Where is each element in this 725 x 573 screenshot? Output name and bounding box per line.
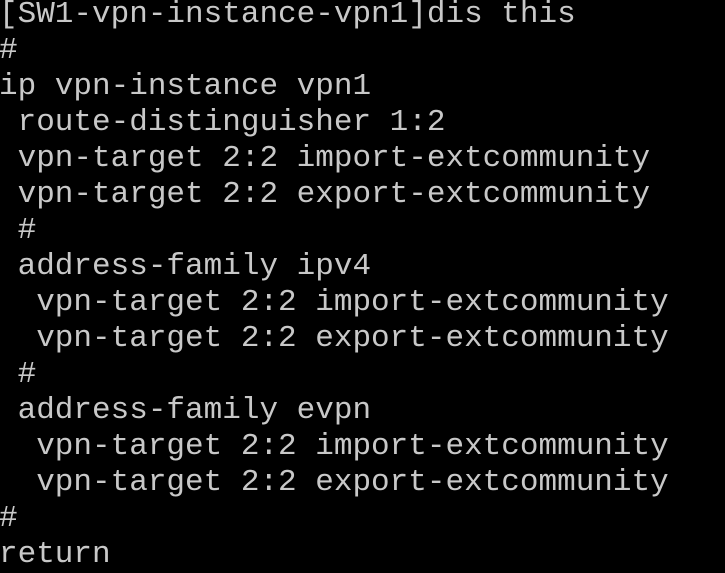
output-line: address-family evpn <box>0 393 372 428</box>
output-line: # <box>0 501 18 536</box>
output-line: vpn-target 2:2 import-extcommunity <box>0 429 669 464</box>
terminal-window[interactable]: [SW1-vpn-instance-vpn1]dis this # ip vpn… <box>0 0 725 573</box>
output-line: route-distinguisher 1:2 <box>0 105 446 140</box>
output-line: # <box>0 213 37 248</box>
output-line: address-family ipv4 <box>0 249 372 284</box>
output-line: vpn-target 2:2 import-extcommunity <box>0 285 669 320</box>
prompt-line: [SW1-vpn-instance-vpn1]dis this <box>0 0 576 32</box>
output-line: vpn-target 2:2 export-extcommunity <box>0 465 669 500</box>
output-line: vpn-target 2:2 export-extcommunity <box>0 321 669 356</box>
output-line: # <box>0 33 18 68</box>
output-line: ip vpn-instance vpn1 <box>0 69 372 104</box>
output-line: vpn-target 2:2 export-extcommunity <box>0 177 651 212</box>
terminal-output: [SW1-vpn-instance-vpn1]dis this # ip vpn… <box>0 0 669 573</box>
output-line: # <box>0 357 37 392</box>
output-line: vpn-target 2:2 import-extcommunity <box>0 141 651 176</box>
output-line: return <box>0 537 111 572</box>
